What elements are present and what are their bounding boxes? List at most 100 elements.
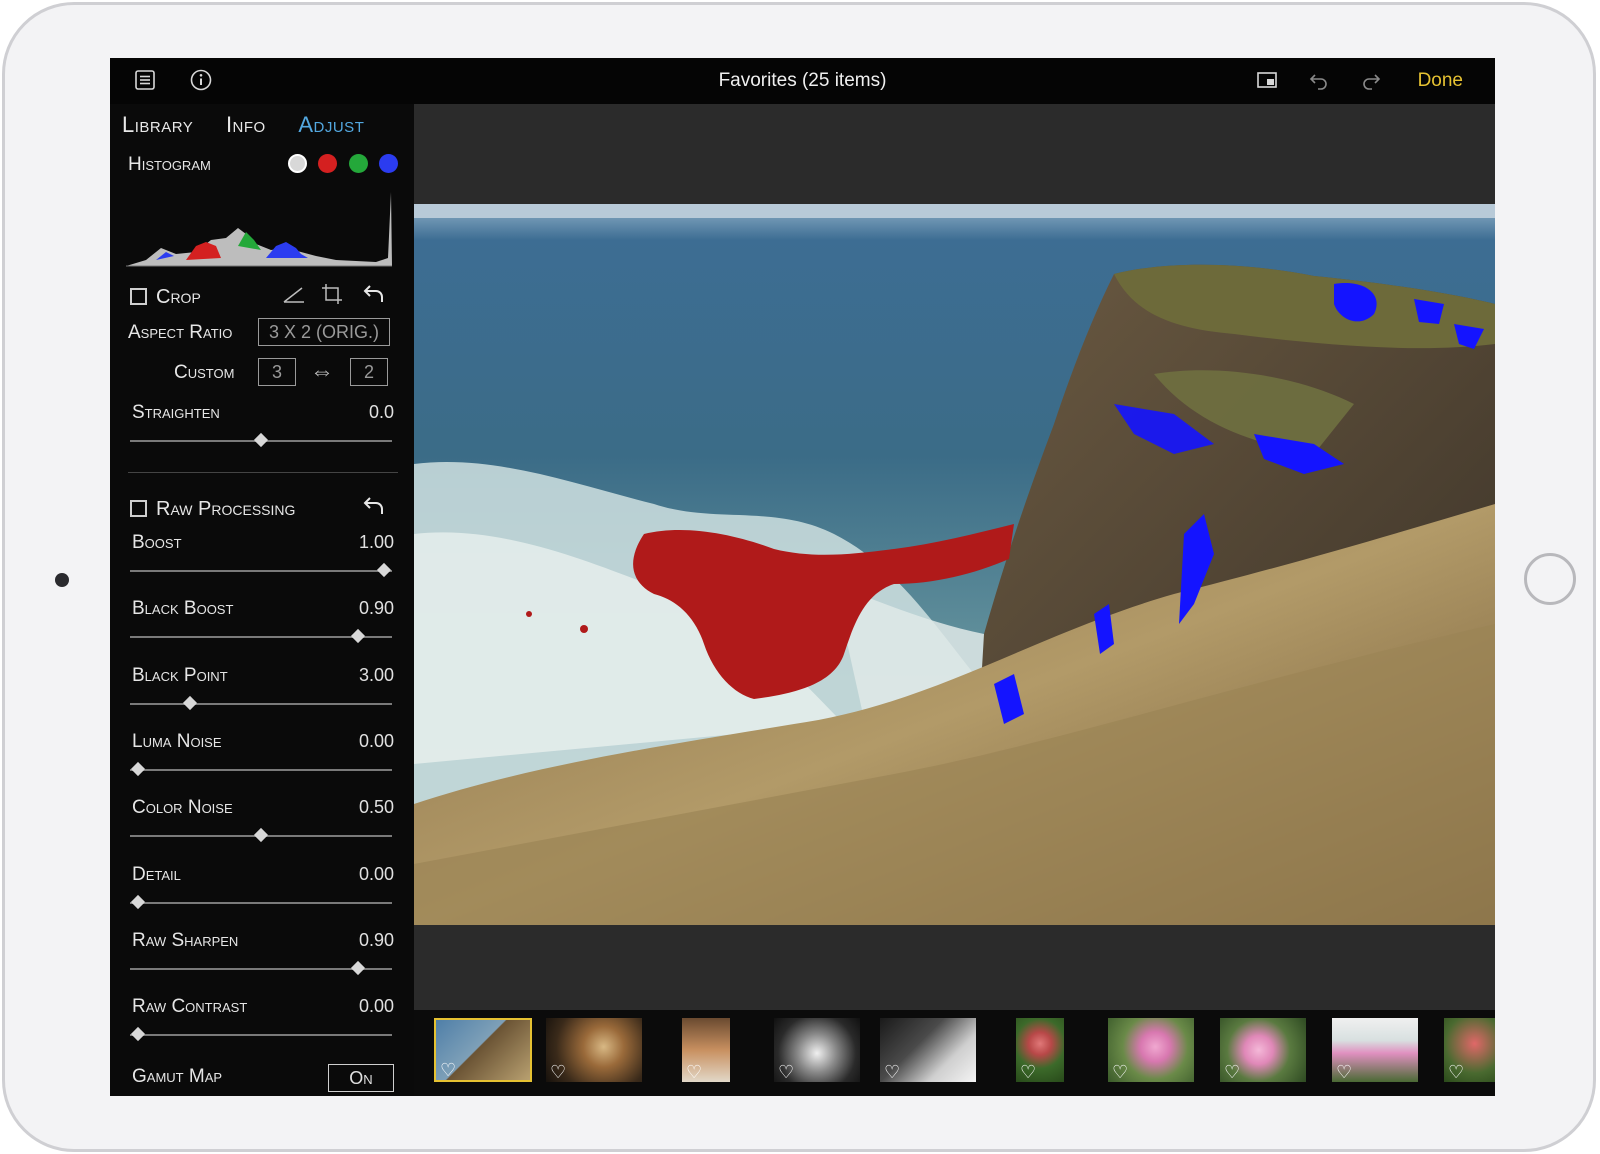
favorite-heart-icon[interactable]: ♡ — [686, 1063, 702, 1081]
color-noise-slider-thumb[interactable] — [253, 827, 269, 843]
luma-noise-row: Luma Noise 0.00 — [128, 731, 394, 755]
raw-contrast-slider[interactable] — [130, 1026, 392, 1042]
favorite-heart-icon[interactable]: ♡ — [1224, 1063, 1240, 1081]
thumbnail-rose-partial[interactable]: ♡ — [1444, 1018, 1495, 1082]
crop-reset-icon[interactable] — [362, 282, 386, 311]
raw-reset-icon[interactable] — [362, 494, 386, 523]
black-boost-slider[interactable] — [130, 628, 392, 644]
raw-contrast-slider-thumb[interactable] — [130, 1026, 146, 1042]
thumbnail-nautilus-shell[interactable]: ♡ — [546, 1018, 642, 1082]
raw-sharpen-label: Raw Sharpen — [132, 930, 239, 951]
gamut-map-row: Gamut Map On — [128, 1064, 394, 1094]
tab-library[interactable]: Library — [122, 112, 193, 137]
color-noise-value: 0.50 — [358, 797, 394, 817]
boost-row: Boost 1.00 — [128, 532, 394, 556]
color-noise-slider[interactable] — [130, 827, 392, 843]
aspect-ratio-label: Aspect Ratio — [128, 322, 233, 343]
thumbnail-dog-bw[interactable]: ♡ — [774, 1018, 860, 1082]
luma-noise-slider-thumb[interactable] — [130, 761, 146, 777]
crop-tool-icon[interactable] — [320, 282, 344, 311]
histogram-header: Histogram — [128, 154, 398, 176]
top-bar: Favorites (25 items) Done — [110, 58, 1495, 104]
straighten-tool-icon[interactable] — [282, 284, 306, 311]
favorite-heart-icon[interactable]: ♡ — [1336, 1063, 1352, 1081]
black-point-slider-thumb[interactable] — [182, 695, 198, 711]
raw-sharpen-value: 0.90 — [358, 930, 394, 950]
thumbnail-dog-bw-2[interactable]: ♡ — [880, 1018, 976, 1082]
adjust-sidebar: Library Info Adjust Histogram Crop Aspec… — [110, 104, 414, 1096]
boost-value: 1.00 — [358, 532, 394, 552]
thumbnail-kitchen[interactable]: ♡ — [682, 1018, 730, 1082]
boost-slider[interactable] — [130, 562, 392, 578]
histogram-label: Histogram — [128, 154, 211, 175]
channel-luma-dot[interactable] — [288, 154, 307, 173]
favorite-heart-icon[interactable]: ♡ — [440, 1061, 456, 1079]
black-boost-label: Black Boost — [132, 598, 234, 619]
front-camera — [55, 573, 69, 587]
custom-label: Custom — [174, 362, 235, 383]
raw-processing-checkbox[interactable] — [130, 500, 147, 517]
app-screen: Favorites (25 items) Done Library Info A… — [110, 58, 1495, 1096]
aspect-ratio-select[interactable]: 3 X 2 (ORIG.) — [258, 318, 390, 346]
list-icon[interactable] — [132, 68, 158, 94]
favorite-heart-icon[interactable]: ♡ — [1020, 1063, 1036, 1081]
favorite-heart-icon[interactable]: ♡ — [884, 1063, 900, 1081]
boost-slider-thumb[interactable] — [376, 562, 392, 578]
black-point-value: 3.00 — [358, 665, 394, 685]
sidebar-tabs: Library Info Adjust — [122, 112, 390, 138]
filmstrip: ♡ ♡ ♡ ♡ ♡ ♡ ♡ ♡ ♡ ♡ — [414, 1010, 1495, 1096]
undo-icon[interactable] — [1306, 68, 1332, 94]
home-button[interactable] — [1524, 553, 1576, 605]
detail-label: Detail — [132, 864, 181, 885]
channel-red-dot[interactable] — [318, 154, 337, 173]
channel-green-dot[interactable] — [349, 154, 368, 173]
thumbnail-pink-flowers[interactable]: ♡ — [1108, 1018, 1194, 1082]
favorite-heart-icon[interactable]: ♡ — [1112, 1063, 1128, 1081]
black-boost-row: Black Boost 0.90 — [128, 598, 394, 622]
detail-slider-thumb[interactable] — [130, 894, 146, 910]
black-point-label: Black Point — [132, 665, 228, 686]
detail-slider[interactable] — [130, 894, 392, 910]
favorite-heart-icon[interactable]: ♡ — [550, 1063, 566, 1081]
thumbnail-roses[interactable]: ♡ — [1016, 1018, 1064, 1082]
custom-width-input[interactable]: 3 — [258, 358, 296, 386]
crop-checkbox[interactable] — [130, 288, 147, 305]
color-noise-row: Color Noise 0.50 — [128, 797, 394, 821]
detail-value: 0.00 — [358, 864, 394, 884]
raw-contrast-row: Raw Contrast 0.00 — [128, 996, 394, 1020]
favorite-heart-icon[interactable]: ♡ — [778, 1063, 794, 1081]
black-boost-value: 0.90 — [358, 598, 394, 618]
gamut-map-toggle[interactable]: On — [328, 1064, 394, 1092]
gamut-map-label: Gamut Map — [132, 1066, 223, 1087]
luma-noise-value: 0.00 — [358, 731, 394, 751]
redo-icon[interactable] — [1358, 68, 1384, 94]
color-noise-label: Color Noise — [132, 797, 233, 818]
tab-info[interactable]: Info — [226, 112, 266, 137]
straighten-slider-thumb[interactable] — [253, 432, 269, 448]
thumbnail-pink-flower-house[interactable]: ♡ — [1332, 1018, 1418, 1082]
main-photo[interactable] — [414, 204, 1495, 925]
custom-height-input[interactable]: 2 — [350, 358, 388, 386]
raw-sharpen-row: Raw Sharpen 0.90 — [128, 930, 394, 954]
compare-view-icon[interactable] — [1254, 68, 1280, 94]
raw-sharpen-slider-thumb[interactable] — [350, 960, 366, 976]
straighten-slider[interactable] — [130, 432, 392, 448]
luma-noise-label: Luma Noise — [132, 731, 222, 752]
straighten-row: Straighten 0.0 — [128, 402, 394, 426]
thumbnail-cliff-ocean[interactable]: ♡ — [434, 1018, 532, 1082]
straighten-value: 0.0 — [368, 402, 394, 422]
thumbnail-pink-flowers-2[interactable]: ♡ — [1220, 1018, 1306, 1082]
swap-ratio-icon[interactable]: ⇔ — [310, 358, 334, 386]
raw-processing-label: Raw Processing — [156, 498, 296, 520]
black-point-slider[interactable] — [130, 695, 392, 711]
tab-adjust[interactable]: Adjust — [298, 112, 364, 137]
channel-blue-dot[interactable] — [379, 154, 398, 173]
straighten-label: Straighten — [132, 402, 220, 423]
info-icon[interactable] — [188, 68, 214, 94]
luma-noise-slider[interactable] — [130, 761, 392, 777]
boost-label: Boost — [132, 532, 182, 553]
favorite-heart-icon[interactable]: ♡ — [1448, 1063, 1464, 1081]
done-button[interactable]: Done — [1418, 70, 1463, 92]
black-boost-slider-thumb[interactable] — [350, 628, 366, 644]
raw-sharpen-slider[interactable] — [130, 960, 392, 976]
